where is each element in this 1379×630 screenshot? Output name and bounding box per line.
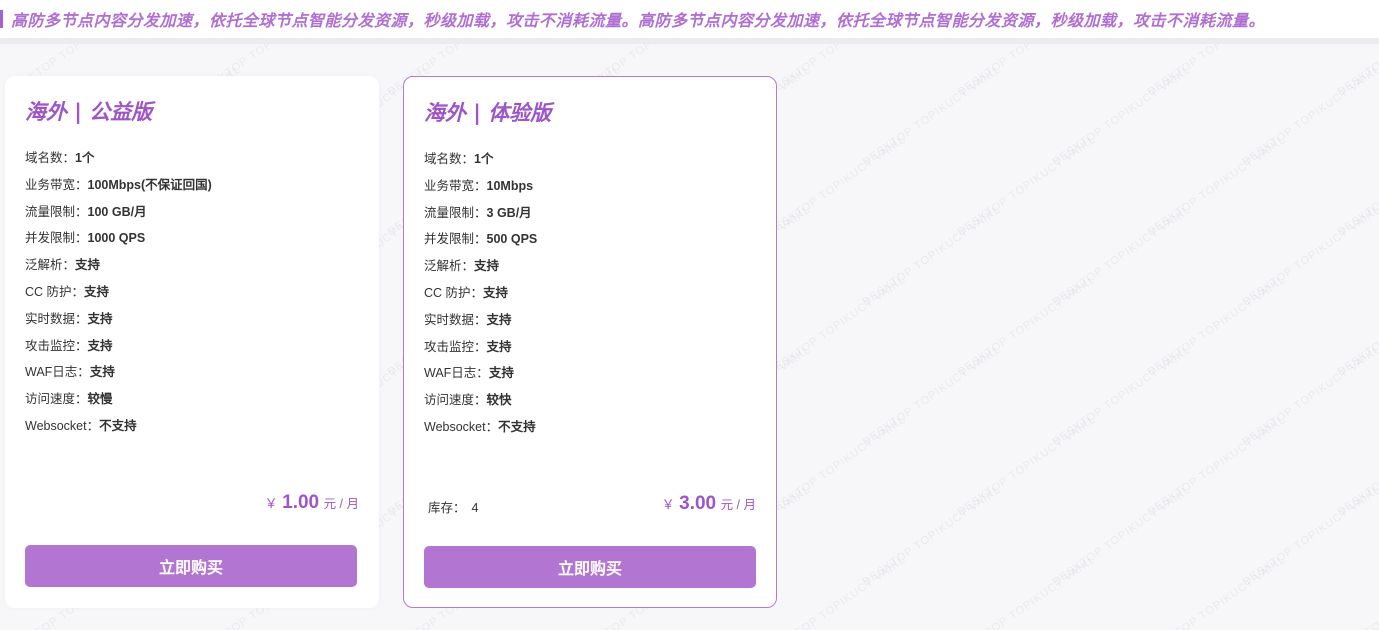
stock-value: 4 — [471, 501, 479, 515]
price-amount: 3.00 — [679, 493, 717, 514]
watermark-text: DESKTOP TOPIKUCT VAIKL — [1335, 134, 1379, 239]
watermark-text: DESKTOP TOPIKUCT VAIKL — [860, 203, 1004, 309]
watermark-text: DESKTOP TOPIKUCT VAIKL — [1240, 203, 1379, 309]
plan-title: 海外 | 体验版 — [424, 101, 552, 125]
spec-waf-log: WAF日志：支持 — [25, 365, 115, 380]
watermark-text: DESKTOP TOPIKUCT VAIKL — [1335, 274, 1379, 379]
watermark-text: DESKTOP TOPIKUCT VAIKL — [955, 273, 1099, 379]
spec-bandwidth: 业务带宽：100Mbps(不保证回国) — [25, 177, 212, 192]
watermark-text: DESKTOP TOPIKUCT VAIKL — [955, 413, 1099, 519]
plan-stock: 库存： 4 — [428, 497, 478, 516]
plan-spec-list: 域名数：1个 业务带宽：100Mbps(不保证回国) 流量限制：100 GB/月… — [25, 150, 212, 445]
watermark-text: DESKTOP TOPIKUCT VAIKL — [955, 553, 1099, 630]
stock-label: 库存： — [428, 501, 466, 515]
spec-domains: 域名数：1个 — [424, 152, 494, 166]
watermark-text: DESKTOP TOPIKUCT VAIKL — [1050, 343, 1194, 449]
spec-access-speed: 访问速度：较慢 — [25, 392, 113, 407]
plan-spec-list: 域名数：1个 业务带宽：10Mbps 流量限制：3 GB/月 并发限制：500 … — [424, 151, 537, 446]
announcement-marquee: 高防多节点内容分发加速，依托全球节点智能分发资源，秒级加载，攻击不消耗流量。高防… — [0, 0, 1379, 44]
watermark-text: DESKTOP TOPIKUCT VAIKL — [1240, 483, 1379, 589]
plan-card-overseas-free: 海外 | 公益版 域名数：1个 业务带宽：100Mbps(不保证回国) 流量限制… — [5, 76, 379, 608]
spec-cc-protection: CC 防护：支持 — [424, 285, 509, 300]
watermark-text: DESKTOP TOPIKUCT VAIKL — [1145, 273, 1289, 379]
price-unit: 元 / 月 — [323, 497, 359, 511]
watermark-text: DESKTOP TOPIKUCT VAIKL — [765, 273, 909, 379]
watermark-text: DESKTOP TOPIKUCT VAIKL — [1145, 133, 1289, 239]
spec-websocket: Websocket：不支持 — [424, 419, 536, 434]
watermark-text: DESKTOP TOPIKUCT VAIKL — [860, 63, 1004, 169]
watermark-text: DESKTOP TOPIKUCT VAIKL — [1050, 203, 1194, 309]
watermark-text: DESKTOP TOPIKUCT VAIKL — [860, 483, 1004, 589]
spec-concurrency: 并发限制：500 QPS — [424, 232, 538, 247]
spec-bandwidth: 业务带宽：10Mbps — [424, 178, 534, 193]
plan-title: 海外 | 公益版 — [25, 100, 153, 124]
watermark-text: DESKTOP TOPIKUCT VAIKL — [1240, 343, 1379, 449]
watermark-text: DESKTOP TOPIKUCT VAIKL — [955, 133, 1099, 239]
price-currency: ￥ — [661, 497, 675, 512]
watermark-text: DESKTOP TOPIKUCT VAIKL — [765, 553, 909, 630]
spec-websocket: Websocket：不支持 — [25, 418, 137, 433]
spec-wildcard: 泛解析：支持 — [25, 258, 101, 273]
price-unit: 元 / 月 — [720, 498, 756, 512]
plan-price: ￥ 3.00 元 / 月 — [662, 493, 756, 515]
spec-access-speed: 访问速度：较快 — [424, 393, 512, 408]
watermark-text: DESKTOP TOPIKUCT VAIKL — [1145, 553, 1289, 630]
plan-card-overseas-trial: 海外 | 体验版 域名数：1个 业务带宽：10Mbps 流量限制：3 GB/月 … — [403, 76, 777, 608]
watermark-text: DESKTOP TOPIKUCT VAIKL — [1145, 413, 1289, 519]
buy-now-button[interactable]: 立即购买 — [25, 545, 357, 587]
watermark-text: DESKTOP TOPIKUCT VAIKL — [1240, 63, 1379, 169]
spec-domains: 域名数：1个 — [25, 151, 95, 165]
spec-attack-monitor: 攻击监控：支持 — [424, 339, 512, 354]
watermark-text: DESKTOP TOPIKUCT VAIKL — [1335, 414, 1379, 519]
spec-realtime-data: 实时数据：支持 — [25, 311, 113, 326]
spec-wildcard: 泛解析：支持 — [424, 259, 500, 274]
watermark-text: DESKTOP TOPIKUCT VAIKL — [765, 413, 909, 519]
marquee-accent-bar — [0, 10, 3, 28]
watermark-text: DESKTOP TOPIKUCT VAIKL — [1050, 63, 1194, 169]
spec-concurrency: 并发限制：1000 QPS — [25, 231, 146, 246]
spec-realtime-data: 实时数据：支持 — [424, 312, 512, 327]
watermark-text: DESKTOP TOPIKUCT VAIKL — [765, 133, 909, 239]
buy-now-button[interactable]: 立即购买 — [424, 546, 756, 588]
watermark-text: DESKTOP TOPIKUCT VAIKL — [1336, 554, 1379, 630]
spec-traffic-limit: 流量限制：3 GB/月 — [424, 205, 532, 220]
plan-price: ￥ 1.00 元 / 月 — [265, 492, 359, 514]
spec-waf-log: WAF日志：支持 — [424, 366, 514, 381]
price-amount: 1.00 — [282, 492, 320, 513]
watermark-text: DESKTOP TOPIKUCT VAIKL — [1050, 483, 1194, 589]
price-currency: ￥ — [264, 496, 278, 511]
marquee-text: 高防多节点内容分发加速，依托全球节点智能分发资源，秒级加载，攻击不消耗流量。高防… — [11, 11, 1266, 30]
spec-cc-protection: CC 防护：支持 — [25, 284, 110, 299]
watermark-text: DESKTOP TOPIKUCT VAIKL — [860, 343, 1004, 449]
spec-traffic-limit: 流量限制：100 GB/月 — [25, 204, 147, 219]
spec-attack-monitor: 攻击监控：支持 — [25, 338, 113, 353]
